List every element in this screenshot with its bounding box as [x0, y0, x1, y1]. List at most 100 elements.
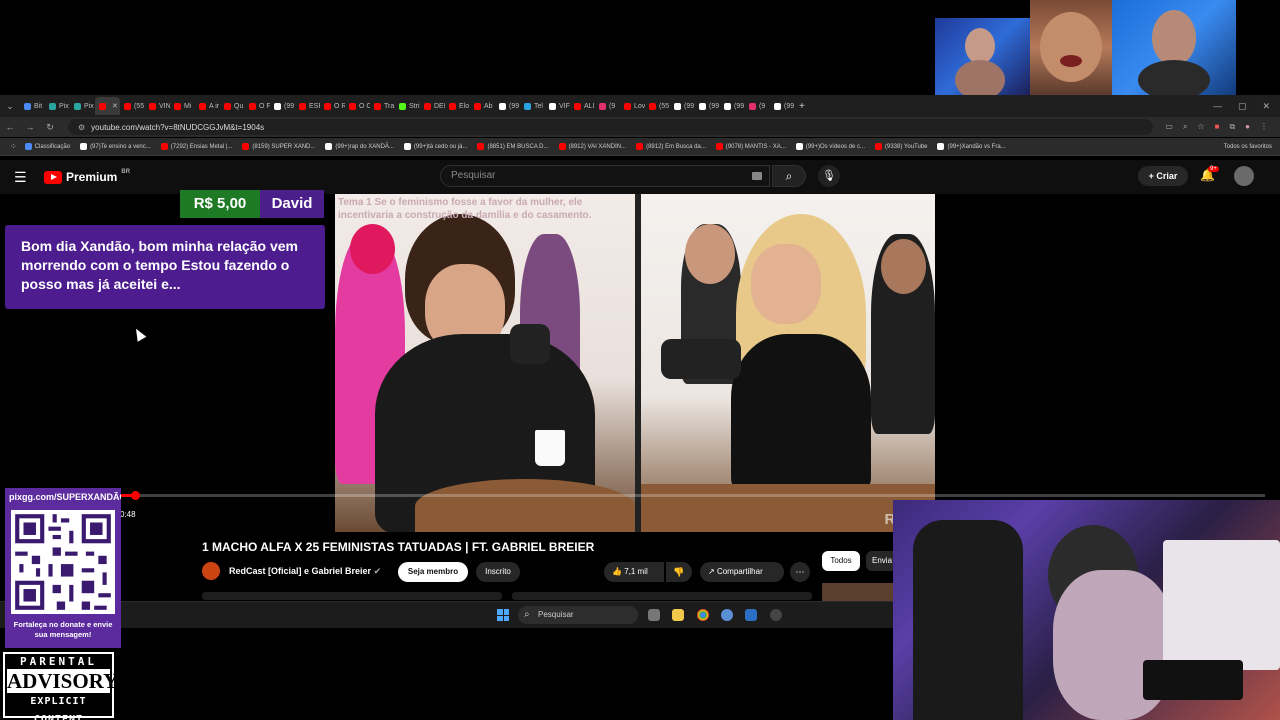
bookmark-item[interactable]: (7292) Ensias Metal |... — [160, 143, 232, 150]
bookmark-item[interactable]: (9078) MANTIS - XA... — [715, 143, 786, 150]
forward-icon[interactable]: → — [20, 122, 40, 132]
more-actions-button[interactable]: ⋯ — [790, 562, 810, 582]
browser-tab[interactable]: VIF — [545, 97, 570, 115]
browser-tab[interactable]: (99 — [670, 97, 695, 115]
search-button[interactable]: ⌕ — [772, 165, 806, 187]
tab-favicon-icon — [674, 102, 681, 110]
hamburger-menu-icon[interactable]: ☰ — [14, 169, 27, 186]
recommended-thumbnail[interactable] — [822, 583, 894, 603]
bookmark-item[interactable]: (99+)tá cedo ou já... — [403, 143, 467, 150]
windows-taskbar: Pesquisar — [0, 601, 893, 628]
youtube-search-input[interactable]: Pesquisar — [440, 165, 770, 187]
browser-tab[interactable]: (9 — [745, 97, 770, 115]
apps-icon[interactable]: ⁘ — [10, 142, 17, 151]
extensions-icon[interactable]: ⧉ — [1229, 122, 1235, 132]
browser-tab[interactable]: Tel — [520, 97, 545, 115]
bookmark-item[interactable]: (99+)rap do XANDÃ... — [325, 143, 394, 150]
bookmark-item[interactable]: (97)Te ensino a venc... — [80, 143, 151, 150]
obs-icon[interactable] — [770, 609, 782, 621]
video-player[interactable]: Tema 1 Se o feminismo fosse a favor da m… — [335, 194, 935, 532]
bookmark-item[interactable]: (8912) Em Busca da... — [636, 143, 706, 150]
account-avatar[interactable] — [1234, 166, 1254, 186]
dislike-button[interactable]: 👎 — [666, 562, 692, 582]
bookmark-item[interactable]: (8159) SUPER XAND... — [242, 143, 315, 150]
browser-tab[interactable]: (99 — [495, 97, 520, 115]
browser-tab[interactable]: (55 — [120, 97, 145, 115]
bookmark-item[interactable]: (99+)Os vídeos de c... — [795, 143, 865, 150]
browser-tab[interactable]: O R — [320, 97, 345, 115]
like-button[interactable]: 👍 7,1 mil — [604, 562, 664, 582]
channel-avatar[interactable] — [202, 562, 220, 580]
browser-tab[interactable]: VIN — [145, 97, 170, 115]
install-icon[interactable]: ▭ — [1165, 122, 1173, 132]
subscribed-button[interactable]: Inscrito — [476, 562, 520, 582]
close-icon[interactable]: ✕ — [1262, 101, 1270, 112]
bookmark-star-icon[interactable]: ☆ — [1197, 122, 1204, 132]
share-button[interactable]: ↗ Compartilhar — [700, 562, 784, 582]
browser-tab[interactable]: (99 — [695, 97, 720, 115]
browser-tab[interactable]: Bit — [20, 97, 45, 115]
browser-tab[interactable]: Pix — [70, 97, 95, 115]
chrome-icon[interactable] — [697, 609, 709, 621]
browser-tab[interactable]: (99 — [270, 97, 295, 115]
minimize-icon[interactable]: — — [1213, 101, 1222, 112]
bookmark-item[interactable]: (8851) EM BUSCA D... — [477, 143, 549, 150]
create-button[interactable]: + Criar — [1138, 166, 1188, 186]
browser-tab[interactable]: (99 — [720, 97, 745, 115]
site-info-icon[interactable]: ⚙ — [78, 123, 85, 132]
browser-tab[interactable]: O C — [345, 97, 370, 115]
bookmark-item[interactable]: (9338) YouTube — [875, 143, 927, 150]
browser-tab[interactable]: Ab — [470, 97, 495, 115]
new-tab-button[interactable]: + — [795, 101, 805, 112]
keyboard-icon[interactable] — [752, 172, 762, 180]
zoom-icon[interactable]: ⌕ — [1183, 122, 1187, 132]
settings-icon[interactable] — [721, 609, 733, 621]
tab-close-icon[interactable]: ✕ — [112, 102, 118, 110]
browser-tab[interactable]: (55 — [645, 97, 670, 115]
maximize-icon[interactable]: ▢ — [1238, 101, 1247, 112]
browser-tab[interactable]: Pix — [45, 97, 70, 115]
task-view-icon[interactable] — [648, 609, 660, 621]
video-progress-handle[interactable] — [130, 491, 140, 500]
browser-tab[interactable]: Stri — [395, 97, 420, 115]
file-explorer-icon[interactable] — [672, 609, 684, 621]
bookmark-item[interactable]: Classificação — [24, 143, 70, 150]
steam-icon[interactable] — [745, 609, 757, 621]
back-icon[interactable]: ← — [0, 122, 20, 132]
browser-tab[interactable]: (99 — [770, 97, 795, 115]
browser-tab[interactable]: Tra — [370, 97, 395, 115]
tab-label: Lov — [634, 102, 645, 110]
bookmark-item[interactable]: (99+)Xandão vs Fra... — [937, 143, 1006, 150]
bookmark-item[interactable]: (8912) VAI XANDIN... — [558, 143, 626, 150]
tab-label: (99 — [684, 102, 695, 110]
chip-sent[interactable]: Envia — [866, 551, 896, 571]
reload-icon[interactable]: ↻ — [40, 122, 60, 133]
chip-all[interactable]: Todos — [822, 551, 860, 571]
tab-label: Qu — [234, 102, 244, 110]
taskbar-search-input[interactable]: Pesquisar — [518, 606, 638, 624]
channel-name[interactable]: RedCast [Oficial] e Gabriel Breier ✔ — [229, 566, 381, 577]
all-favorites[interactable]: Todos os favoritos — [1224, 144, 1280, 150]
youtube-premium-logo[interactable]: Premium BR — [44, 169, 130, 184]
browser-tab[interactable]: Elo — [445, 97, 470, 115]
browser-tab[interactable]: Lov — [620, 97, 645, 115]
tab-list-icon[interactable]: ⌄ — [0, 101, 20, 112]
browser-tab[interactable]: ALI — [570, 97, 595, 115]
browser-tab[interactable]: (9 — [595, 97, 620, 115]
browser-tab[interactable]: ESF — [295, 97, 320, 115]
join-button[interactable]: Seja membro — [398, 562, 468, 582]
browser-tab[interactable]: O F — [245, 97, 270, 115]
browser-tab[interactable]: ✕ — [95, 97, 120, 115]
windows-start-icon[interactable] — [497, 609, 509, 621]
extension-icon[interactable]: ■ — [1215, 122, 1220, 132]
url-field[interactable]: ⚙ youtube.com/watch?v=8tNUDCGGJvM&t=1904… — [68, 119, 1154, 135]
tab-label: (9 — [759, 102, 766, 110]
browser-tab[interactable]: DEI — [420, 97, 445, 115]
browser-tab[interactable]: Qu — [220, 97, 245, 115]
video-progress-track[interactable] — [120, 494, 1265, 497]
voice-search-button[interactable]: 🎙 — [818, 165, 840, 187]
profile-avatar-icon[interactable]: ● — [1245, 122, 1250, 132]
browser-tab[interactable]: A ir — [195, 97, 220, 115]
browser-tab[interactable]: Mi — [170, 97, 195, 115]
menu-icon[interactable]: ⋮ — [1260, 122, 1268, 132]
